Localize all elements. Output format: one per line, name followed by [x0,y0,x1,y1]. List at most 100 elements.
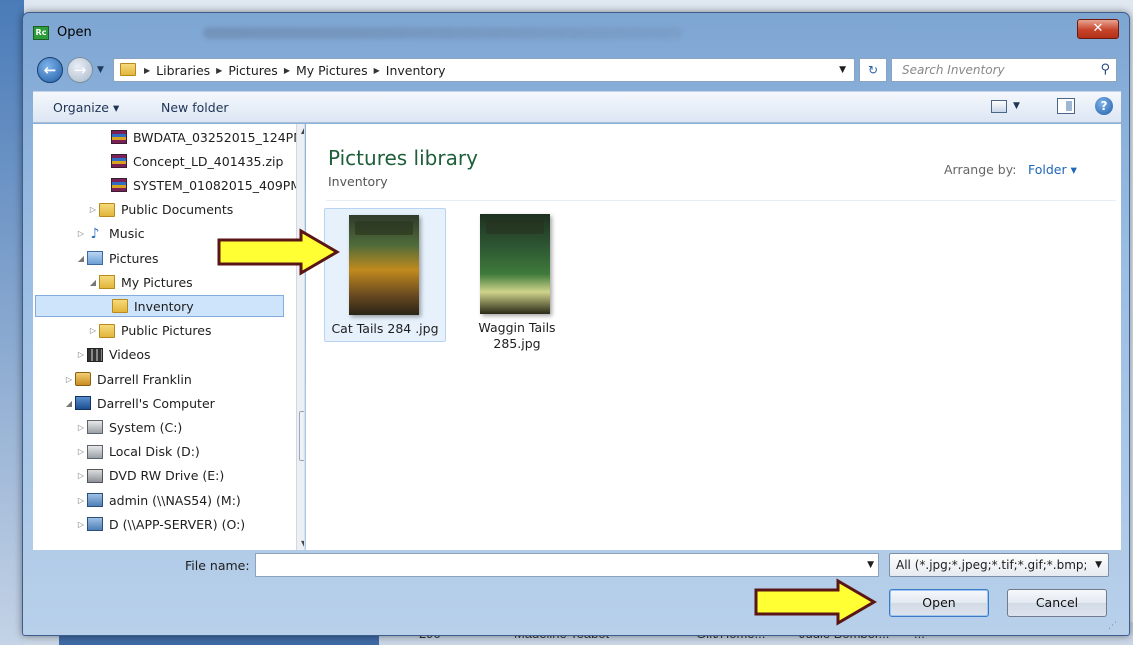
nav-tree-label: D (\\APP-SERVER) (O:) [109,516,246,532]
collapsed-twisty-icon[interactable]: ▷ [75,520,87,529]
local-disk-icon [87,444,103,459]
expanded-twisty-icon[interactable]: ◢ [75,254,87,263]
nav-tree-item[interactable]: ▷ D (\\APP-SERVER) (O:) [75,513,245,535]
search-input[interactable] [892,59,1082,81]
chevron-down-icon[interactable]: ▼ [839,65,846,75]
nav-tree-item[interactable]: ▷ Local Disk (D:) [75,441,200,463]
collapsed-twisty-icon[interactable]: ▷ [63,375,75,384]
system-drive-icon [87,420,103,435]
search-icon[interactable]: ⚲ [1100,62,1110,77]
annotation-arrow-icon [217,228,340,276]
forward-button[interactable]: → [67,57,93,83]
breadcrumb-inventory[interactable]: Inventory [386,63,446,78]
breadcrumb[interactable]: ▶ Libraries ▶ Pictures ▶ My Pictures ▶ I… [113,58,855,82]
organize-button[interactable]: Organize ▾ [53,100,119,115]
file-name-input[interactable] [256,554,856,576]
new-folder-button[interactable]: New folder [161,100,229,115]
dvd-drive-icon [87,468,103,483]
nav-tree-item[interactable]: ◢ Darrell's Computer [63,392,215,414]
collapsed-twisty-icon[interactable]: ▷ [75,423,87,432]
search-box[interactable]: ⚲ [891,58,1117,82]
recent-locations-dropdown[interactable]: ▼ [97,65,104,75]
open-file-dialog: Rc Open ✕ ← → ▼ ▶ Libraries ▶ Pictures ▶… [22,12,1130,636]
nav-tree-item[interactable]: ▷ DVD RW Drive (E:) [75,465,224,487]
nav-tree-item[interactable]: Inventory [35,295,284,318]
expanded-twisty-icon[interactable]: ◢ [87,278,99,287]
refresh-button[interactable]: ↻ [859,58,887,82]
breadcrumb-libraries[interactable]: Libraries [156,63,210,78]
nav-tree-item[interactable]: ◢ Pictures [75,247,159,269]
nav-tree-label: admin (\\NAS54) (M:) [109,492,241,508]
change-view-icon[interactable] [991,100,1007,113]
collapsed-twisty-icon[interactable]: ▷ [75,496,87,505]
chevron-right-icon[interactable]: ▶ [374,63,380,78]
nav-tree-item[interactable]: ▷ Public Documents [87,199,233,221]
rar-archive-icon [111,154,127,169]
nav-tree-label: Pictures [109,250,159,266]
background-window-edge [0,0,24,645]
nav-tree-label: Darrell Franklin [97,371,192,387]
collapsed-twisty-icon[interactable]: ▷ [75,229,87,238]
videos-icon [87,347,103,362]
scrollbar-thumb[interactable] [299,411,304,461]
expanded-twisty-icon[interactable]: ◢ [63,399,75,408]
nav-tree-item[interactable]: ▷ ♪ Music [75,223,145,245]
nav-tree-item[interactable]: ▷ admin (\\NAS54) (M:) [75,489,241,511]
back-button[interactable]: ← [37,57,63,83]
chevron-right-icon[interactable]: ▶ [216,63,222,78]
collapsed-twisty-icon[interactable]: ▷ [75,471,87,480]
file-item-waggin-tails[interactable]: Waggin Tails 285.jpg [456,208,578,351]
folder-icon [99,323,115,338]
scroll-up-icon[interactable]: ▲ [301,126,304,135]
arrange-by-dropdown[interactable]: Folder ▾ [1028,162,1077,177]
navigation-pane: ▷ D (\\APP-SERVER) (O:) ▷ admin (\\NAS54) (… [33,124,305,550]
scroll-down-icon[interactable]: ▼ [301,539,304,548]
collapsed-twisty-icon[interactable]: ▷ [87,326,99,335]
nav-tree-label: Darrell's Computer [97,395,215,411]
help-icon[interactable]: ? [1095,97,1113,115]
library-subtitle: Inventory [328,174,388,189]
nav-tree-item[interactable]: Concept_LD_401435.zip [99,150,283,172]
nav-tree-item[interactable]: ▷ Public Pictures [87,320,212,342]
image-thumbnail [349,215,419,315]
breadcrumb-pictures[interactable]: Pictures [228,63,278,78]
nav-tree-label: SYSTEM_01082015_409PM [133,177,302,193]
collapsed-twisty-icon[interactable]: ▷ [87,205,99,214]
network-drive-icon [87,517,103,532]
nav-pane-scrollbar[interactable]: ▲ ▼ [296,124,304,550]
file-name-combobox[interactable]: ▼ [255,553,879,577]
nav-tree-item[interactable]: ▷ Darrell Franklin [63,368,192,390]
collapsed-twisty-icon[interactable]: ▷ [75,350,87,359]
preview-pane-icon[interactable] [1057,98,1075,114]
nav-tree-label: Public Pictures [121,323,212,339]
cancel-button[interactable]: Cancel [1007,589,1107,617]
divider [326,200,1116,201]
open-button[interactable]: Open [889,589,989,617]
annotation-arrow-icon [754,578,877,626]
pictures-library-icon [87,251,103,265]
nav-tree-label: BWDATA_03252015_124PM [133,129,304,145]
chevron-down-icon[interactable]: ▼ [867,560,874,570]
image-thumbnail [480,214,550,314]
file-type-filter[interactable]: All (*.jpg;*.jpeg;*.tif;*.gif;*.bmp; ▼ [889,553,1109,577]
nav-tree-label: Videos [109,347,151,363]
file-name-label: File name: [185,558,250,573]
chevron-down-icon[interactable]: ▼ [1095,560,1102,570]
close-button[interactable]: ✕ [1077,19,1119,39]
chevron-down-icon[interactable]: ▼ [1013,101,1020,111]
chevron-right-icon[interactable]: ▶ [144,63,150,78]
music-icon: ♪ [90,225,100,242]
nav-tree-item[interactable]: ▷ System (C:) [75,416,182,438]
dialog-footer: File name: ▼ All (*.jpg;*.jpeg;*.tif;*.g… [33,551,1121,633]
resize-grip-icon[interactable]: ⋰ [1108,621,1117,631]
chevron-right-icon[interactable]: ▶ [284,63,290,78]
nav-tree-item[interactable]: BWDATA_03252015_124PM [99,126,304,148]
collapsed-twisty-icon[interactable]: ▷ [75,447,87,456]
breadcrumb-my-pictures[interactable]: My Pictures [296,63,368,78]
nav-tree-item[interactable]: ◢ My Pictures [87,271,193,293]
nav-tree-item[interactable]: ▷ Videos [75,344,151,366]
nav-tree-label: System (C:) [109,419,183,435]
title-bar[interactable]: Rc Open ✕ [23,13,1129,53]
nav-tree-item[interactable]: SYSTEM_01082015_409PM [99,174,301,196]
dialog-title: Open [57,25,92,40]
